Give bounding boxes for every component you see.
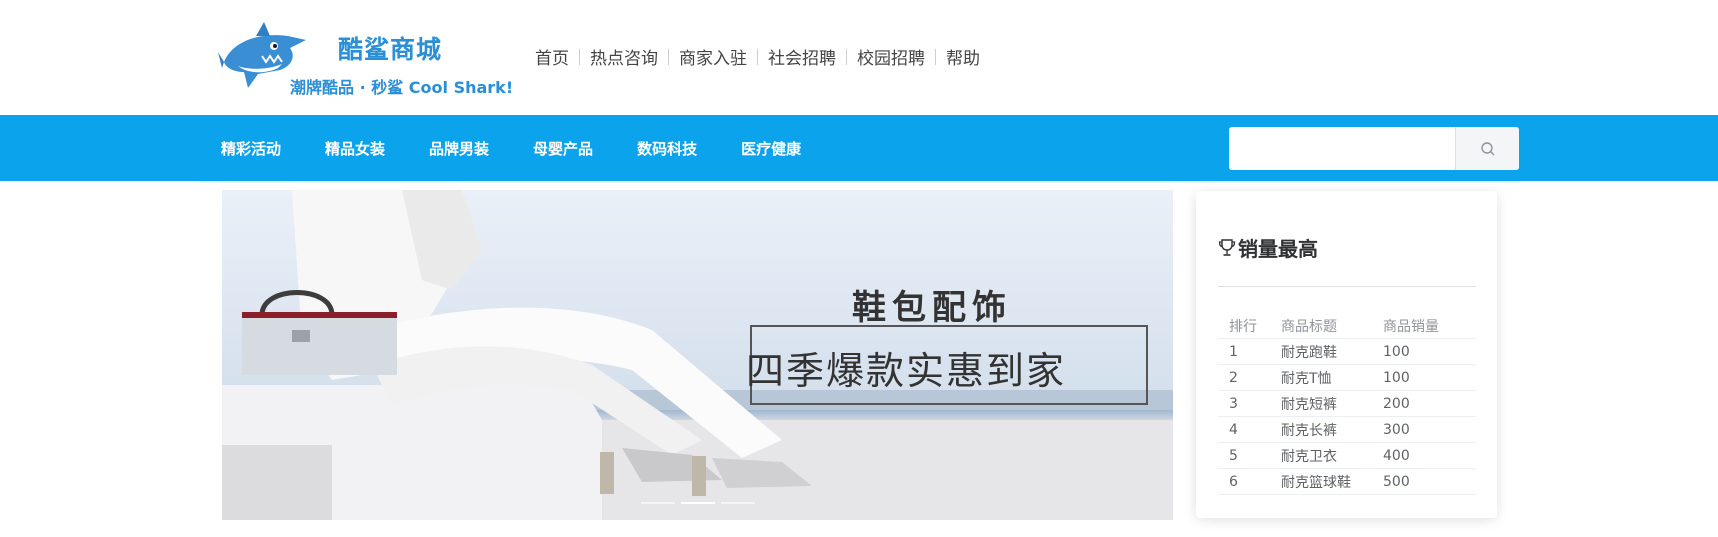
top-sales-card: 销量最高 排行 商品标题 商品销量 1 耐克跑鞋 100 2 耐克T恤 100 … <box>1196 191 1497 518</box>
sales-cell: 400 <box>1372 442 1476 469</box>
banner-carousel[interactable]: 鞋包配饰 四季爆款实惠到家 <box>222 190 1173 520</box>
search-icon <box>1480 141 1494 155</box>
table-row[interactable]: 3 耐克短裤 200 <box>1218 390 1476 417</box>
top-nav-home[interactable]: 首页 <box>535 44 579 69</box>
product-title-cell: 耐克短裤 <box>1270 390 1372 417</box>
table-row[interactable]: 2 耐克T恤 100 <box>1218 364 1476 391</box>
top-sales-title: 销量最高 <box>1238 237 1318 261</box>
menu-item-digital-tech[interactable]: 数码科技 <box>637 138 697 159</box>
top-nav-help[interactable]: 帮助 <box>936 44 990 69</box>
top-nav: 首页 热点咨询 商家入驻 社会招聘 校园招聘 帮助 <box>535 44 990 69</box>
rank-cell: 6 <box>1218 468 1270 495</box>
sales-cell: 300 <box>1372 416 1476 443</box>
brand-title: 酷鲨商城 <box>338 35 443 64</box>
product-title-cell: 耐克卫衣 <box>1270 442 1372 469</box>
top-nav-social-recruit[interactable]: 社会招聘 <box>758 44 846 69</box>
product-title-cell: 耐克长裤 <box>1270 416 1372 443</box>
column-header-sales: 商品销量 <box>1372 314 1476 339</box>
table-row[interactable]: 5 耐克卫衣 400 <box>1218 442 1476 469</box>
brand-slogan: 潮牌酷品 · 秒鲨 Cool Shark! <box>290 78 514 97</box>
carousel-indicator[interactable] <box>720 502 755 504</box>
banner-title: 鞋包配饰 <box>852 288 1012 328</box>
sales-cell: 500 <box>1372 468 1476 495</box>
top-nav-campus-recruit[interactable]: 校园招聘 <box>847 44 935 69</box>
menu-item-mens-wear[interactable]: 品牌男装 <box>429 138 489 159</box>
table-row[interactable]: 4 耐克长裤 300 <box>1218 416 1476 443</box>
menu-item-healthcare[interactable]: 医疗健康 <box>741 138 801 159</box>
menu-underline <box>200 181 1520 183</box>
rank-cell: 1 <box>1218 338 1270 365</box>
rank-cell: 4 <box>1218 416 1270 443</box>
product-title-cell: 耐克T恤 <box>1270 364 1372 391</box>
product-title-cell: 耐克跑鞋 <box>1270 338 1372 365</box>
site-logo[interactable]: 酷鲨商城 潮牌酷品 · 秒鲨 Cool Shark! <box>218 22 518 97</box>
sales-cell: 200 <box>1372 390 1476 417</box>
table-row[interactable]: 6 耐克篮球鞋 500 <box>1218 468 1476 495</box>
column-header-product-title: 商品标题 <box>1270 314 1372 339</box>
column-header-rank: 排行 <box>1218 314 1270 339</box>
menu-item-womens-wear[interactable]: 精品女装 <box>325 138 385 159</box>
carousel-indicator[interactable] <box>640 502 675 504</box>
carousel-indicator-active[interactable] <box>680 502 715 504</box>
top-nav-hot-news[interactable]: 热点咨询 <box>580 44 668 69</box>
menu-item-baby-products[interactable]: 母婴产品 <box>533 138 593 159</box>
category-menu-bar: 精彩活动 精品女装 品牌男装 母婴产品 数码科技 医疗健康 <box>0 115 1718 181</box>
rank-cell: 2 <box>1218 364 1270 391</box>
top-sales-table: 排行 商品标题 商品销量 1 耐克跑鞋 100 2 耐克T恤 100 3 耐克短… <box>1218 314 1476 495</box>
table-header-row: 排行 商品标题 商品销量 <box>1218 314 1476 339</box>
menu-item-activities[interactable]: 精彩活动 <box>221 138 281 159</box>
rank-cell: 3 <box>1218 390 1270 417</box>
search-input[interactable] <box>1229 127 1455 170</box>
search-button[interactable] <box>1455 127 1519 170</box>
trophy-icon <box>1218 238 1236 256</box>
rank-cell: 5 <box>1218 442 1270 469</box>
divider <box>1218 286 1476 287</box>
top-nav-merchant-join[interactable]: 商家入驻 <box>669 44 757 69</box>
table-row[interactable]: 1 耐克跑鞋 100 <box>1218 338 1476 365</box>
sales-cell: 100 <box>1372 364 1476 391</box>
carousel-indicators <box>222 502 1173 504</box>
category-menu: 精彩活动 精品女装 品牌男装 母婴产品 数码科技 医疗健康 <box>221 115 845 181</box>
top-sales-header: 销量最高 <box>1218 233 1318 262</box>
search-box <box>1229 127 1519 170</box>
product-title-cell: 耐克篮球鞋 <box>1270 468 1372 495</box>
sales-cell: 100 <box>1372 338 1476 365</box>
banner-subtitle: 四季爆款实惠到家 <box>746 349 1067 393</box>
